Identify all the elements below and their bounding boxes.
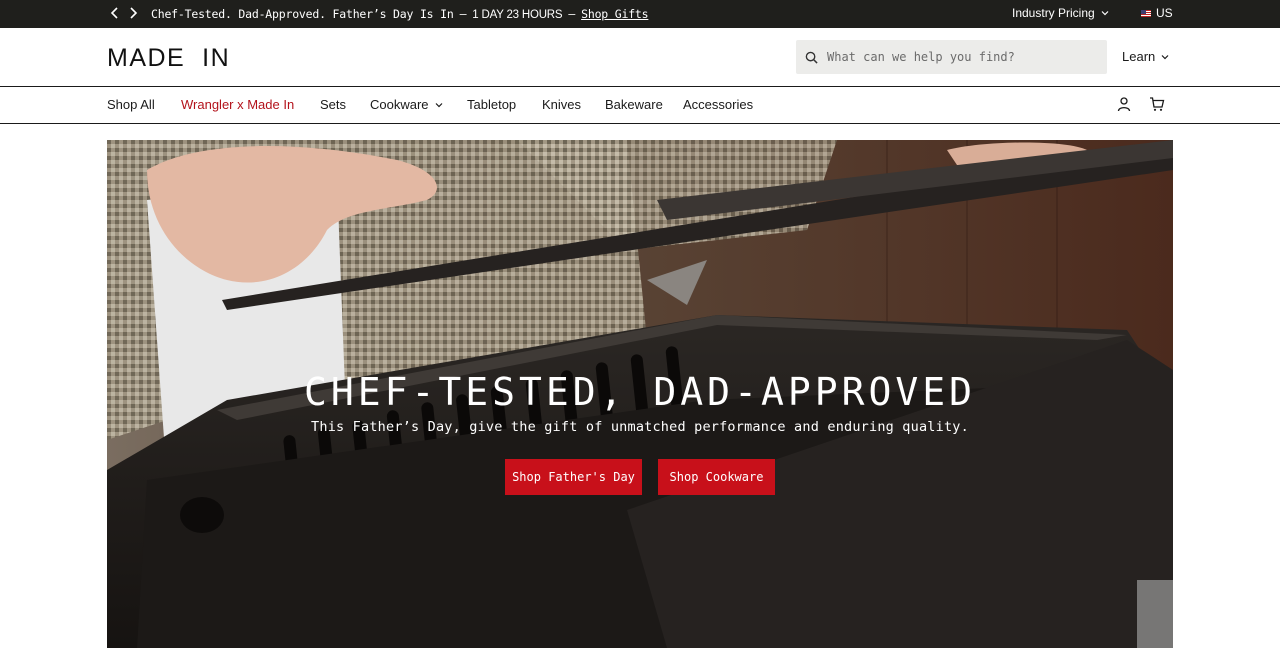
search-bar[interactable]	[796, 40, 1107, 74]
cart-icon[interactable]	[1149, 96, 1165, 112]
chevron-left-icon[interactable]	[107, 5, 123, 21]
shop-cookware-button[interactable]: Shop Cookware	[658, 459, 775, 495]
locale-label: US	[1156, 6, 1173, 20]
nav-item-sets[interactable]: Sets	[320, 97, 346, 112]
hero-banner: CHEF-TESTED, DAD-APPROVED This Father’s …	[107, 140, 1173, 648]
industry-pricing-label: Industry Pricing	[1012, 6, 1095, 20]
user-icon[interactable]	[1116, 96, 1132, 112]
nav-item-shop-all[interactable]: Shop All	[107, 97, 155, 112]
nav-item-wrangler-x-made-in[interactable]: Wrangler x Made In	[181, 97, 294, 112]
announcement-message: Chef-Tested. Dad-Approved. Father’s Day …	[151, 7, 649, 21]
learn-dropdown[interactable]: Learn	[1122, 49, 1170, 64]
nav-item-knives[interactable]: Knives	[542, 97, 581, 112]
learn-label: Learn	[1122, 49, 1156, 64]
search-icon	[805, 51, 818, 64]
announcement-text: Chef-Tested. Dad-Approved. Father’s Day …	[151, 7, 454, 21]
chevron-right-icon[interactable]	[125, 5, 141, 21]
nav-item-bakeware[interactable]: Bakeware	[605, 97, 663, 112]
announcement-separator: —	[459, 7, 467, 21]
shop-gifts-link[interactable]: Shop Gifts	[581, 7, 648, 21]
hero-subtitle: This Father’s Day, give the gift of unma…	[311, 419, 969, 435]
hero-title: CHEF-TESTED, DAD-APPROVED	[304, 370, 976, 414]
locale-selector[interactable]: US	[1141, 6, 1173, 20]
search-input[interactable]	[827, 50, 1097, 64]
chevron-down-icon	[1161, 54, 1169, 59]
chevron-down-icon	[435, 102, 442, 107]
countdown-timer: 1 DAY 23 HOURS	[472, 9, 563, 21]
industry-pricing-dropdown[interactable]: Industry Pricing	[1012, 6, 1110, 20]
us-flag-icon	[1141, 9, 1151, 17]
nav-item-accessories[interactable]: Accessories	[683, 97, 753, 112]
shop-fathers-day-button[interactable]: Shop Father's Day	[505, 459, 642, 495]
announcement-separator: —	[568, 7, 576, 21]
main-nav: Shop All Wrangler x Made In Sets Cookwar…	[0, 87, 1280, 124]
announcement-bar: Chef-Tested. Dad-Approved. Father’s Day …	[0, 0, 1280, 28]
made-in-logo[interactable]: MADE IN	[107, 44, 230, 73]
site-header: MADE IN Learn	[0, 28, 1280, 87]
nav-item-tabletop[interactable]: Tabletop	[467, 97, 516, 112]
chevron-down-icon	[1101, 11, 1109, 16]
nav-item-cookware-label: Cookware	[370, 97, 429, 112]
nav-item-cookware[interactable]: Cookware	[370, 97, 444, 112]
